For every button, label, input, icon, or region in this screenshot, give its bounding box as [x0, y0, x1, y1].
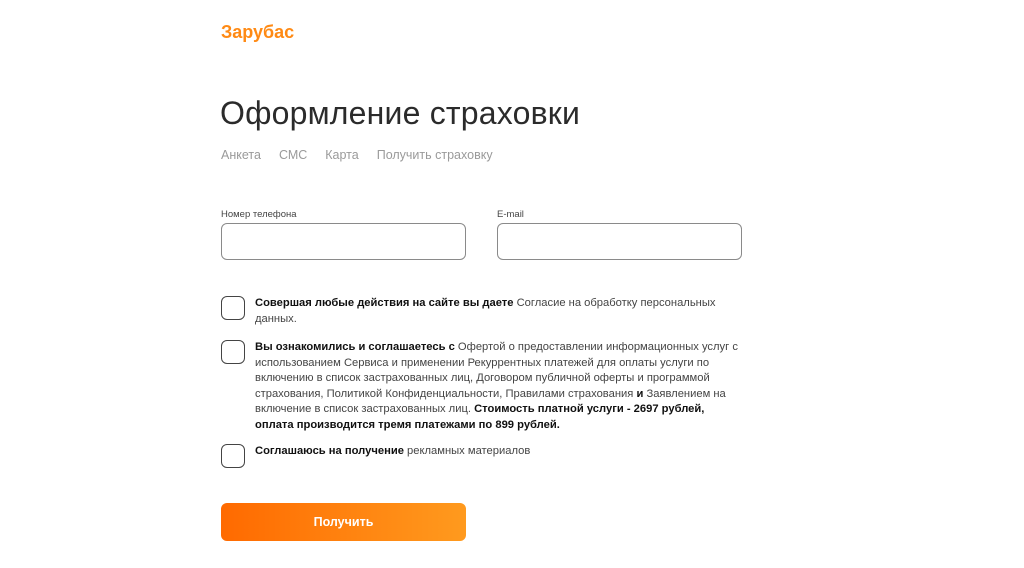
- ads-consent-text: Соглашаюсь на получение рекламных матери…: [255, 444, 745, 460]
- offer-agreement-checkbox[interactable]: [221, 340, 245, 364]
- offer-agreement-text: Вы ознакомились и соглашаетесь с Офертой…: [255, 340, 745, 433]
- ads-materials-link[interactable]: рекламных материалов: [404, 445, 530, 457]
- step-get-insurance[interactable]: Получить страховку: [377, 148, 493, 162]
- ads-consent-bold: Соглашаюсь на получение: [255, 445, 404, 457]
- step-card[interactable]: Карта: [325, 148, 358, 162]
- steps-nav: Анкета СМС Карта Получить страховку: [221, 148, 493, 162]
- brand-logo[interactable]: Зарубас: [221, 22, 294, 43]
- phone-label: Номер телефона: [221, 209, 297, 220]
- consent-personal-data-text: Совершая любые действия на сайте вы дает…: [255, 296, 745, 327]
- offer-agreement-bold: Вы ознакомились и соглашаетесь с: [255, 341, 455, 353]
- ads-consent-checkbox[interactable]: [221, 444, 245, 468]
- step-sms[interactable]: СМС: [279, 148, 307, 162]
- submit-button[interactable]: Получить: [221, 503, 466, 541]
- offer-agreement-and: и: [633, 387, 647, 400]
- email-input[interactable]: [497, 223, 742, 260]
- email-label: E-mail: [497, 209, 524, 220]
- page-title: Оформление страховки: [220, 95, 581, 131]
- phone-input[interactable]: [221, 223, 466, 260]
- consent-personal-data-bold: Совершая любые действия на сайте вы дает…: [255, 297, 514, 309]
- step-anketa[interactable]: Анкета: [221, 148, 261, 162]
- consent-personal-data-checkbox[interactable]: [221, 296, 245, 320]
